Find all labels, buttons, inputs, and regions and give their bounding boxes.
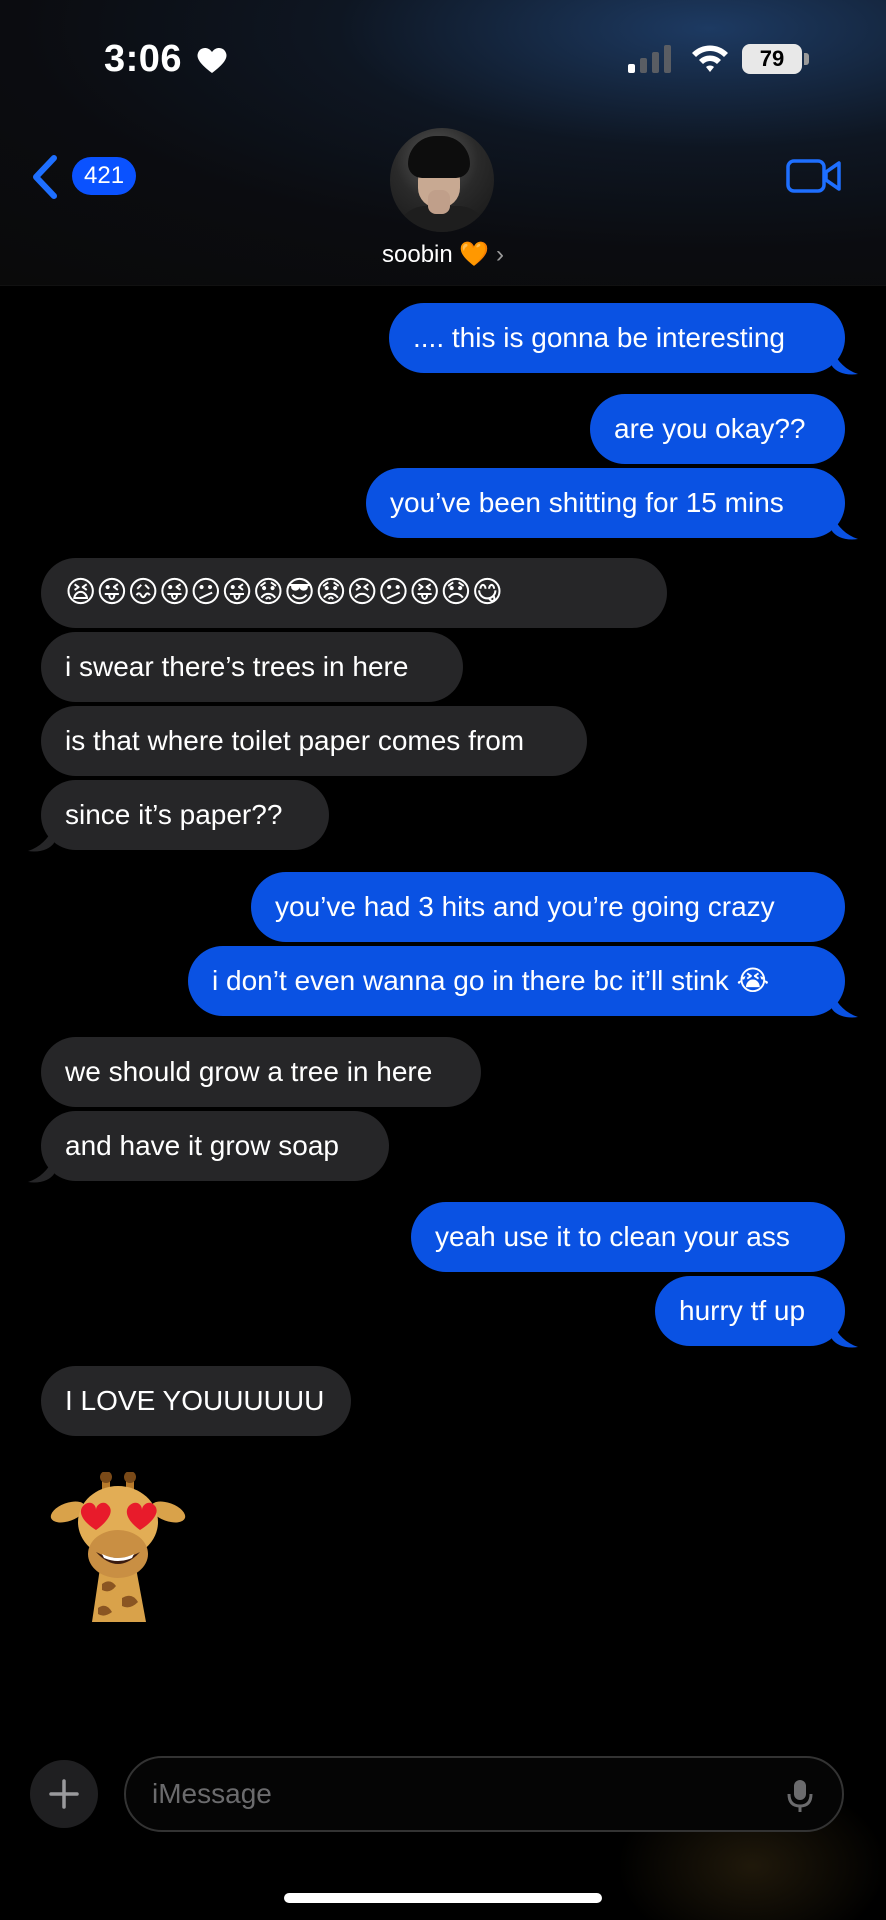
microphone-icon[interactable] [786,1778,814,1814]
plus-icon [49,1779,79,1809]
message-bubble-received[interactable]: 😫😜😖😜😕😜😟😎😟😣😕😝😞😋 [41,558,667,628]
message-text: and have it grow soap [65,1130,339,1161]
message-bubble-received[interactable]: and have it grow soap [41,1111,389,1181]
message-bubble-received[interactable]: I LOVE YOUUUUUU [41,1366,351,1436]
giraffe-memoji-sticker[interactable] [50,1472,186,1622]
message-bubble-sent[interactable]: you’ve been shitting for 15 mins [366,468,845,538]
message-text: are you okay?? [614,413,806,444]
message-text: yeah use it to clean your ass [435,1221,790,1252]
message-bubble-sent[interactable]: .... this is gonna be interesting [389,303,845,373]
home-indicator[interactable] [284,1893,602,1903]
video-call-icon[interactable] [786,158,842,194]
message-input-placeholder: iMessage [152,1778,272,1809]
bubble-tail [28,1158,54,1183]
message-text: .... this is gonna be interesting [413,322,785,353]
conversation-header: 3:06 79 421 soobin 🧡 › [0,0,886,286]
message-bubble-received[interactable]: since it’s paper?? [41,780,329,850]
message-bubble-sent[interactable]: are you okay?? [590,394,845,464]
contact-name: soobin 🧡 [382,241,490,268]
status-time: 3:06 [104,38,183,80]
message-text: we should grow a tree in here [65,1056,433,1087]
message-bubble-sent[interactable]: i don’t even wanna go in there bc it’ll … [188,946,845,1016]
bubble-tail [832,993,858,1018]
message-text: I LOVE YOUUUUUU [65,1385,325,1416]
message-text: 😫😜😖😜😕😜😟😎😟😣😕😝😞😋 [65,576,503,609]
message-text: hurry tf up [679,1295,806,1326]
bubble-tail [28,827,54,852]
message-bubble-received[interactable]: i swear there’s trees in here [41,632,463,702]
message-text: since it’s paper?? [65,799,283,830]
message-bubble-received[interactable]: is that where toilet paper comes from [41,706,587,776]
message-bubble-sent[interactable]: you’ve had 3 hits and you’re going crazy [251,872,845,942]
message-text: is that where toilet paper comes from [65,725,525,756]
contact-avatar[interactable] [390,128,494,232]
message-text: you’ve been shitting for 15 mins [390,487,784,518]
contact-name-button[interactable]: soobin 🧡 › [0,240,886,269]
message-bubble-sent[interactable]: yeah use it to clean your ass [411,1202,845,1272]
bubble-tail [832,515,858,540]
message-text: you’ve had 3 hits and you’re going crazy [275,891,775,922]
message-text: i swear there’s trees in here [65,651,409,682]
message-input[interactable]: iMessage [124,1756,844,1832]
message-bubble-sent[interactable]: hurry tf up [655,1276,845,1346]
bubble-tail [832,1323,858,1348]
chevron-right-icon: › [495,241,504,268]
bubble-tail [832,350,858,375]
cellular-signal-icon [628,45,671,73]
back-chevron-icon[interactable] [30,154,60,200]
unread-count-badge[interactable]: 421 [72,157,137,195]
battery-tip [804,53,809,65]
message-bubble-received[interactable]: we should grow a tree in here [41,1037,481,1107]
heart-icon [197,47,227,73]
add-attachment-button[interactable] [30,1760,98,1828]
wifi-icon [692,45,728,72]
battery-indicator: 79 [742,44,802,74]
message-text: i don’t even wanna go in there bc it’ll … [212,965,770,996]
